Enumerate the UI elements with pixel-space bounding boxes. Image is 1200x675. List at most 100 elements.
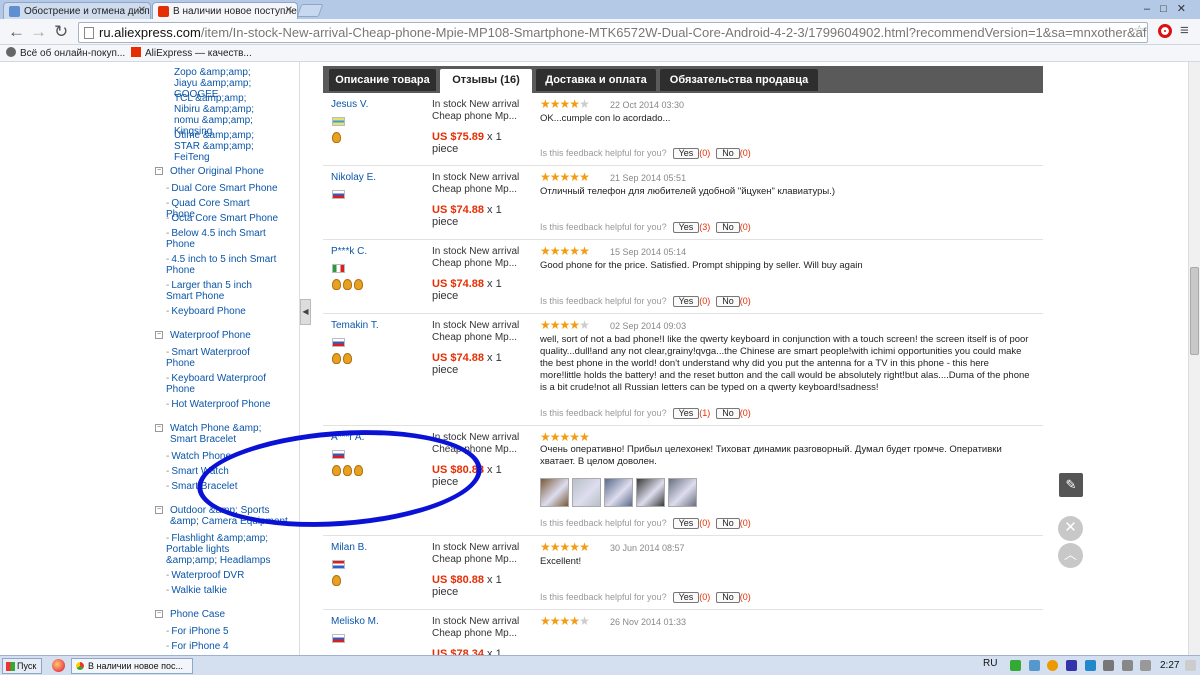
volume-icon[interactable] [1140, 660, 1151, 671]
yes-count: (0) [699, 148, 711, 158]
bookmark-2[interactable]: AliExpress — качеств... [131, 47, 252, 59]
sidebar-category-label: Phone Case [170, 609, 226, 620]
product-title-link[interactable]: In stock New arrival Cheap phone Mp... [432, 616, 522, 640]
star-icon: ★ [569, 614, 580, 628]
expand-collapse-icon[interactable]: − [155, 167, 163, 175]
no-button[interactable]: No [716, 222, 740, 233]
product-title-link[interactable]: In stock New arrival Cheap phone Mp... [432, 99, 522, 123]
sidebar-subcategory[interactable]: - For iPhone 5 [166, 626, 281, 637]
new-tab-button[interactable] [296, 4, 324, 17]
star-icon: ★ [569, 244, 580, 258]
reload-icon[interactable]: ↻ [54, 22, 68, 42]
start-button[interactable]: Пуск [2, 658, 42, 674]
tray-app-icon[interactable] [1010, 660, 1021, 671]
scroll-up-icon[interactable]: ︿ [1058, 543, 1083, 568]
network-icon[interactable] [1122, 660, 1133, 671]
reviewer-name[interactable]: Temakin T. [331, 320, 379, 331]
no-button[interactable]: No [716, 148, 740, 159]
yes-button[interactable]: Yes [672, 408, 700, 419]
reviewer-name[interactable]: Jesus V. [331, 99, 368, 110]
review-text: Очень оперативно! Прибыл целехонек! Тихо… [540, 444, 1002, 467]
reviewer-name[interactable]: P***k C. [331, 246, 367, 257]
browser-tab-1[interactable]: Обострение и отмена дисп ✕ [3, 2, 151, 19]
product-title-link[interactable]: In stock New arrival Cheap phone Mp... [432, 320, 522, 344]
review-photo-thumbnail[interactable] [540, 478, 569, 507]
star-icon: ★ [569, 430, 580, 444]
helpful-question: Is this feedback helpful for you? [540, 296, 667, 306]
back-arrow-icon[interactable]: ← [8, 22, 25, 42]
sidebar-subcategory[interactable]: - Keyboard Waterproof Phone [166, 373, 281, 395]
medal-icon [343, 353, 352, 364]
tray-app-icon[interactable] [1029, 660, 1040, 671]
sidebar-subcategory[interactable]: - Octa Core Smart Phone [166, 213, 281, 224]
order-price: US $75.89 x 1 piece [432, 131, 522, 155]
expand-collapse-icon[interactable]: − [155, 506, 163, 514]
reviewer-name[interactable]: Nikolay E. [331, 172, 376, 183]
reviewer-name[interactable]: Melisko M. [331, 616, 379, 627]
review-photo-thumbnail[interactable] [636, 478, 665, 507]
close-tab-icon[interactable]: ✕ [138, 5, 146, 16]
product-title-link[interactable]: In stock New arrival Cheap phone Mp... [432, 172, 522, 196]
tab-seller-obligations[interactable]: Обязательства продавца [660, 69, 818, 91]
close-tab-icon[interactable]: ✕ [285, 5, 293, 16]
yes-button[interactable]: Yes [672, 296, 700, 307]
reviewer-name[interactable]: Milan B. [331, 542, 367, 553]
sidebar-subcategory[interactable]: -4.5 inch to 5 inch Smart Phone [166, 254, 281, 276]
product-title-link[interactable]: In stock New arrival Cheap phone Mp... [432, 246, 522, 270]
expand-collapse-icon[interactable]: − [155, 424, 163, 432]
tray-app-icon[interactable] [1047, 660, 1058, 671]
page-scrollbar[interactable] [1188, 62, 1200, 655]
sidebar-collapse-button[interactable]: ◀ [300, 299, 311, 325]
sidebar-subcategory[interactable]: - Waterproof DVR [166, 570, 281, 581]
language-indicator[interactable]: RU [983, 658, 997, 669]
sidebar-subcategory[interactable]: - Flashlight &amp;amp; Portable lights &a… [166, 533, 281, 566]
sidebar-link[interactable]: Utime &amp;amp; STAR &amp;amp; FeiTeng [174, 130, 274, 163]
tray-app-icon[interactable] [1103, 660, 1114, 671]
bluetooth-icon[interactable] [1085, 660, 1096, 671]
sidebar-category[interactable]: − Other Original Phone [155, 166, 290, 177]
no-button[interactable]: No [716, 592, 740, 603]
product-title-link[interactable]: In stock New arrival Cheap phone Mp... [432, 542, 522, 566]
no-button[interactable]: No [716, 518, 740, 529]
no-button[interactable]: No [716, 408, 740, 419]
sidebar-subcategory[interactable]: - Larger than 5 inch Smart Phone [166, 280, 281, 302]
bookmark-star-icon[interactable]: ☆ [1133, 22, 1146, 39]
tab-description[interactable]: Описание товара [329, 69, 436, 91]
expand-collapse-icon[interactable]: − [155, 331, 163, 339]
menu-icon[interactable]: ≡ [1180, 23, 1189, 38]
opera-icon[interactable] [1158, 24, 1172, 38]
forward-arrow-icon[interactable]: → [30, 22, 47, 42]
yes-button[interactable]: Yes [672, 518, 700, 529]
sidebar-subcategory[interactable]: - For iPhone 4 [166, 641, 281, 652]
close-circle-icon[interactable]: ✕ [1058, 516, 1083, 541]
sidebar-subcategory[interactable]: - Keyboard Phone [166, 306, 281, 317]
review-photo-thumbnail[interactable] [604, 478, 633, 507]
browser-tab-2[interactable]: В наличии новое поступле ✕ [152, 2, 298, 19]
show-desktop-button[interactable] [1185, 660, 1196, 671]
yes-button[interactable]: Yes [672, 222, 700, 233]
clock[interactable]: 2:27 [1160, 660, 1179, 671]
tab-reviews[interactable]: Отзывы (16) [440, 69, 532, 93]
review-photo-thumbnail[interactable] [668, 478, 697, 507]
sidebar-subcategory[interactable]: - Below 4.5 inch Smart Phone [166, 228, 281, 250]
yes-button[interactable]: Yes [672, 592, 700, 603]
firefox-icon[interactable] [52, 659, 65, 672]
scrollbar-thumb[interactable] [1190, 267, 1199, 355]
sidebar-category[interactable]: − Phone Case [155, 609, 290, 620]
sidebar-subcategory[interactable]: - Walkie talkie [166, 585, 281, 596]
window-controls[interactable]: –□✕ [1144, 2, 1196, 15]
address-bar[interactable]: ru.aliexpress.com/item/In-stock-New-arri… [78, 22, 1148, 43]
pencil-icon[interactable]: ✎ [1059, 473, 1083, 497]
tray-app-icon[interactable] [1066, 660, 1077, 671]
sidebar-subcategory[interactable]: - Hot Waterproof Phone [166, 399, 281, 410]
expand-collapse-icon[interactable]: − [155, 610, 163, 618]
taskbar-chrome-window[interactable]: В наличии новое пос... [71, 658, 193, 674]
yes-button[interactable]: Yes [672, 148, 700, 159]
sidebar-category[interactable]: − Waterproof Phone [155, 330, 290, 341]
bookmark-1[interactable]: Всё об онлайн-покуп... [6, 47, 125, 59]
sidebar-subcategory[interactable]: - Smart Waterproof Phone [166, 347, 281, 369]
review-photo-thumbnail[interactable] [572, 478, 601, 507]
sidebar-subcategory[interactable]: - Dual Core Smart Phone [166, 183, 281, 194]
no-button[interactable]: No [716, 296, 740, 307]
tab-shipping[interactable]: Доставка и оплата [536, 69, 656, 91]
